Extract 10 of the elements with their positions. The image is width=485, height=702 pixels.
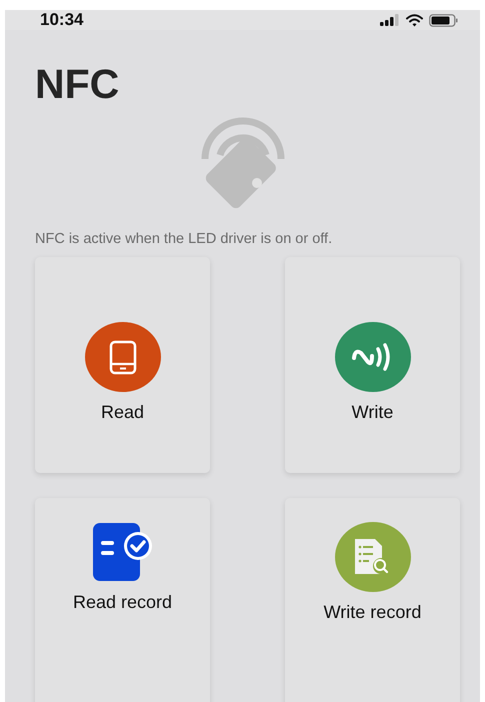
signal-icon — [380, 14, 400, 26]
status-time: 10:34 — [40, 10, 84, 30]
action-card[interactable]: Write — [285, 257, 460, 473]
action-card[interactable]: Write record — [285, 498, 460, 702]
action-card[interactable]: Read — [35, 257, 210, 473]
page-title: NFC — [35, 64, 120, 105]
action-card[interactable]: Read record — [35, 498, 210, 702]
wifi-icon — [406, 14, 423, 26]
info-text: NFC is active when the LED driver is on or off. — [35, 231, 334, 247]
battery-icon — [429, 14, 458, 26]
